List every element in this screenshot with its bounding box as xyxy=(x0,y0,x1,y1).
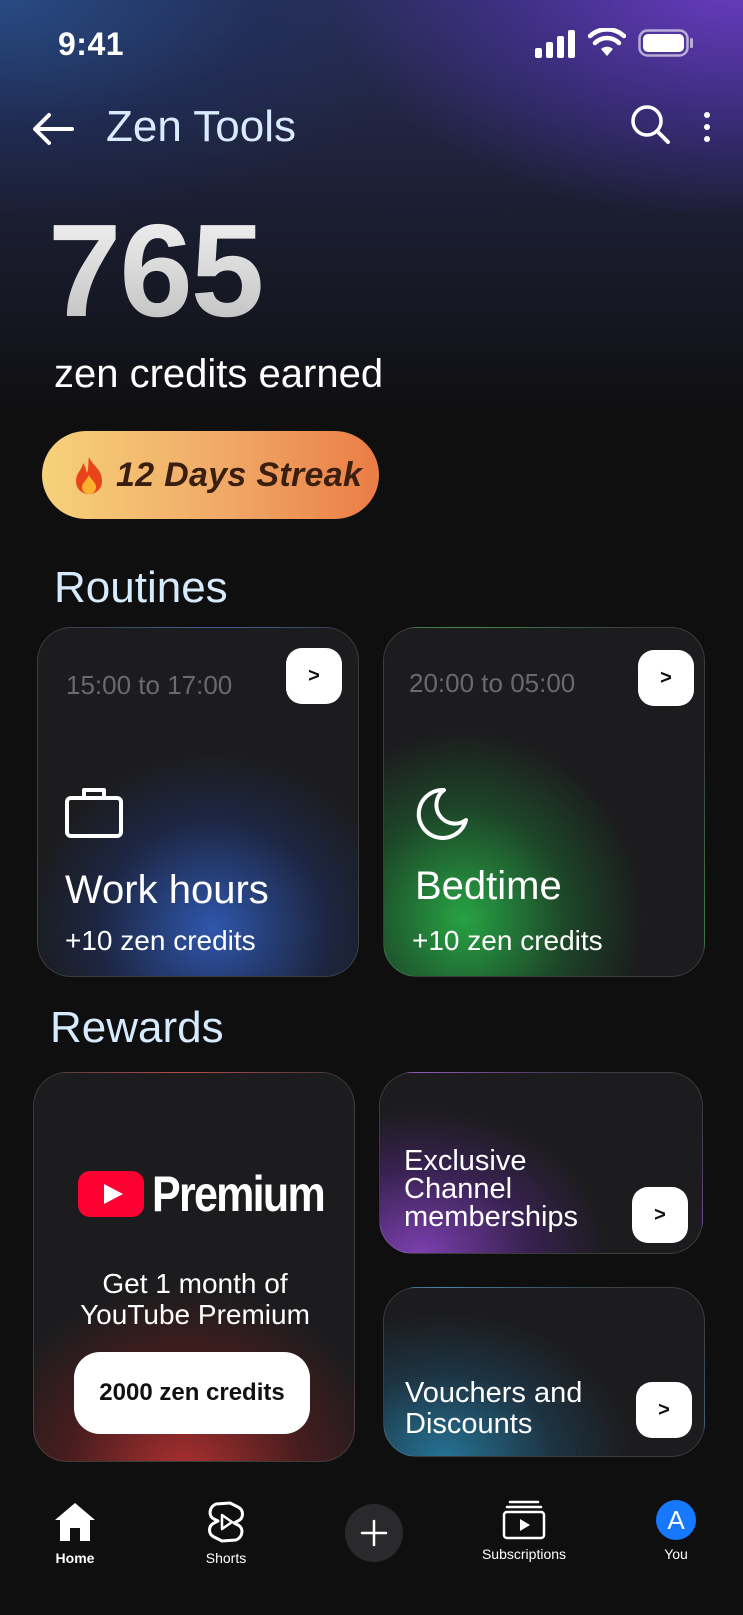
routine-reward: +10 zen credits xyxy=(65,925,256,956)
arrow-left-icon xyxy=(33,113,74,145)
credits-label: zen credits earned xyxy=(54,352,384,396)
youtube-play-icon xyxy=(78,1171,144,1217)
streak-text: 12 Days Streak xyxy=(116,455,363,494)
streak-badge[interactable]: 12 Days Streak xyxy=(42,431,379,519)
subscriptions-icon xyxy=(502,1500,546,1540)
back-button[interactable] xyxy=(28,104,78,154)
routines-title: Routines xyxy=(54,563,228,612)
reward-open-button[interactable]: > xyxy=(632,1187,688,1243)
credits-count: 765 xyxy=(48,197,264,344)
youtube-premium-logo: Premium xyxy=(78,1165,352,1223)
routine-time: 20:00 to 05:00 xyxy=(409,668,576,698)
rewards-title: Rewards xyxy=(50,1003,224,1052)
reward-label: Exclusive Channel memberships xyxy=(404,1145,579,1233)
nav-label: Home xyxy=(55,1550,95,1566)
redeem-premium-button[interactable]: 2000 zen credits xyxy=(74,1352,310,1434)
reward-card-youtube-premium[interactable]: Premium Get 1 month of YouTube Premium 2… xyxy=(33,1072,355,1462)
nav-subscriptions[interactable]: Subscriptions xyxy=(470,1500,578,1562)
reward-card-channel-memberships[interactable]: Exclusive Channel memberships > xyxy=(379,1072,703,1254)
routine-name: Bedtime xyxy=(415,864,562,908)
routine-open-button[interactable]: > xyxy=(286,648,342,704)
routine-open-button[interactable]: > xyxy=(638,650,694,706)
routine-card-work-hours[interactable]: 15:00 to 17:00 > Work hours +10 zen cred… xyxy=(37,627,359,977)
battery-icon xyxy=(638,29,693,57)
more-options-button[interactable] xyxy=(694,104,720,150)
fire-icon xyxy=(76,457,102,494)
nav-label: You xyxy=(664,1546,688,1562)
routine-name: Work hours xyxy=(65,868,269,912)
bottom-navigation: Home Shorts Subscriptions A You xyxy=(0,1480,743,1615)
home-icon xyxy=(55,1503,95,1541)
page-title: Zen Tools xyxy=(106,102,296,151)
shorts-icon xyxy=(208,1501,244,1543)
plus-icon xyxy=(360,1519,388,1547)
wifi-icon xyxy=(588,28,626,56)
search-icon xyxy=(631,105,670,144)
nav-label: Subscriptions xyxy=(481,1546,567,1562)
nav-shorts[interactable]: Shorts xyxy=(196,1500,256,1566)
premium-logo-text: Premium xyxy=(152,1166,326,1222)
moon-icon xyxy=(416,787,468,840)
routine-reward: +10 zen credits xyxy=(412,925,603,956)
status-bar: 9:41 xyxy=(0,0,743,90)
briefcase-icon xyxy=(65,788,123,838)
status-time: 9:41 xyxy=(58,26,125,62)
routine-time: 15:00 to 17:00 xyxy=(66,670,233,700)
reward-open-button[interactable]: > xyxy=(636,1382,692,1438)
nav-you[interactable]: A You xyxy=(654,1500,698,1562)
reward-label: Vouchers and Discounts xyxy=(405,1377,583,1440)
more-vert-icon xyxy=(704,112,710,118)
app-bar: Zen Tools xyxy=(0,90,743,166)
routine-card-bedtime[interactable]: 20:00 to 05:00 > Bedtime +10 zen credits xyxy=(383,627,705,977)
avatar: A xyxy=(656,1500,696,1540)
nav-label: Shorts xyxy=(205,1550,247,1566)
premium-description: Get 1 month of YouTube Premium xyxy=(80,1268,310,1330)
cellular-signal-icon xyxy=(535,30,575,58)
nav-home[interactable]: Home xyxy=(48,1500,102,1566)
create-button[interactable] xyxy=(345,1504,403,1562)
search-button[interactable] xyxy=(628,102,674,148)
reward-card-vouchers[interactable]: Vouchers and Discounts > xyxy=(383,1287,705,1457)
